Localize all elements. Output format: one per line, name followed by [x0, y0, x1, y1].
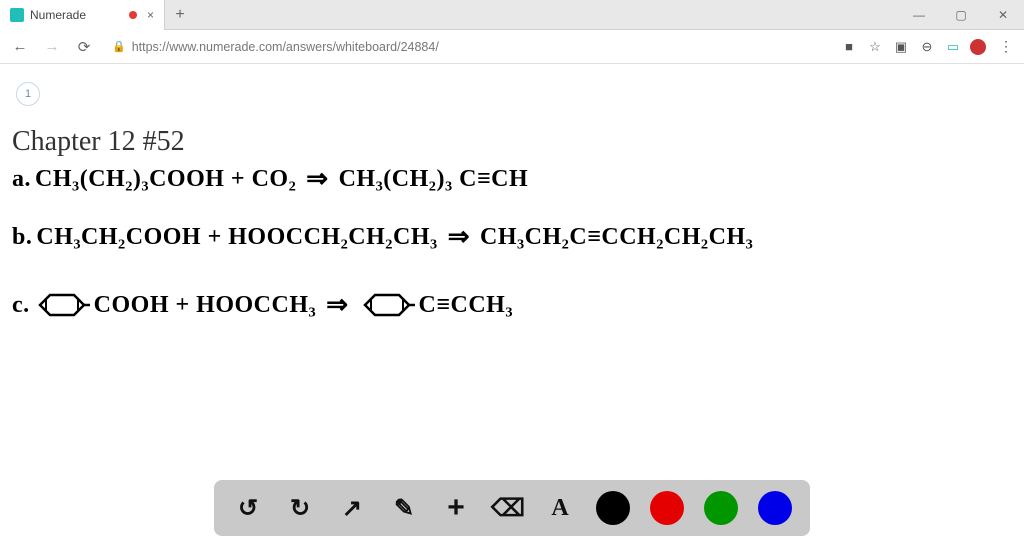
print-ext-icon[interactable]: ⊖ [918, 38, 936, 56]
arrow-icon: ⇒ [306, 164, 328, 194]
whiteboard-toolbar: ↺ ↻ ↖ ✎ + ⌫ A [214, 480, 810, 536]
page-indicator[interactable]: 1 [16, 82, 40, 106]
browser-tab[interactable]: Numerade × [0, 0, 165, 30]
color-blue[interactable] [758, 491, 792, 525]
screen-ext-icon[interactable]: ▭ [944, 38, 962, 56]
forward-button[interactable]: → [38, 33, 66, 61]
eq-b-left: CH₃CH₂COOH + HOOCCH₂CH₂CH₃ [36, 224, 437, 251]
new-tab-button[interactable]: + [165, 6, 195, 24]
eraser-tool[interactable]: ⌫ [492, 492, 524, 524]
url-box[interactable]: 🔒 https://www.numerade.com/answers/white… [102, 34, 836, 60]
color-green[interactable] [704, 491, 738, 525]
favicon-icon [10, 8, 24, 22]
label-a: a. [12, 166, 31, 193]
recording-icon [129, 11, 137, 19]
box-ext-icon[interactable]: ▣ [892, 38, 910, 56]
reload-button[interactable]: ⟳ [70, 33, 98, 61]
browser-titlebar: Numerade × + — ▢ ✕ [0, 0, 1024, 30]
color-black[interactable] [596, 491, 630, 525]
address-bar: ← → ⟳ 🔒 https://www.numerade.com/answers… [0, 30, 1024, 64]
add-tool[interactable]: + [440, 492, 472, 524]
url-text: https://www.numerade.com/answers/whitebo… [132, 40, 439, 54]
red-ext-icon[interactable] [970, 39, 986, 55]
extension-icons: ■ ☆ ▣ ⊖ ▭ [840, 38, 986, 56]
arrow-icon: ⇒ [448, 222, 470, 252]
back-button[interactable]: ← [6, 33, 34, 61]
tab-title: Numerade [30, 8, 123, 22]
window-close-button[interactable]: ✕ [982, 0, 1024, 30]
label-b: b. [12, 224, 32, 251]
label-c: c. [12, 292, 30, 319]
benzene-ring-icon [34, 292, 90, 318]
window-controls: — ▢ ✕ [898, 0, 1024, 30]
chapter-heading: Chapter 12 #52 [12, 126, 185, 158]
text-tool[interactable]: A [544, 492, 576, 524]
camera-icon[interactable]: ■ [840, 38, 858, 56]
whiteboard-content: 1 Chapter 12 #52 a. CH₃(CH₂)₃COOH + CO₂ … [0, 64, 1024, 552]
eq-a-right: CH₃(CH₂)₃ C≡CH [339, 166, 529, 193]
color-red[interactable] [650, 491, 684, 525]
maximize-button[interactable]: ▢ [940, 0, 982, 30]
equation-c: c. COOH + HOOCCH₃ ⇒ C≡CCH₃ [12, 290, 513, 320]
arrow-icon: ⇒ [326, 290, 348, 320]
lock-icon: 🔒 [112, 40, 126, 53]
eq-c-mid: COOH + HOOCCH₃ [94, 292, 317, 319]
equation-b: b. CH₃CH₂COOH + HOOCCH₂CH₂CH₃ ⇒ CH₃CH₂C≡… [12, 222, 753, 252]
tab-close-button[interactable]: × [147, 8, 154, 22]
eq-a-left: CH₃(CH₂)₃COOH + CO₂ [35, 166, 296, 193]
benzene-ring-icon [359, 292, 415, 318]
minimize-button[interactable]: — [898, 0, 940, 30]
pointer-tool[interactable]: ↖ [336, 492, 368, 524]
eq-b-right: CH₃CH₂C≡CCH₂CH₂CH₃ [480, 224, 753, 251]
eq-c-right: C≡CCH₃ [419, 292, 514, 319]
equation-a: a. CH₃(CH₂)₃COOH + CO₂ ⇒ CH₃(CH₂)₃ C≡CH [12, 164, 528, 194]
undo-button[interactable]: ↺ [232, 492, 264, 524]
pen-tool[interactable]: ✎ [388, 492, 420, 524]
browser-menu-button[interactable]: ⋮ [994, 33, 1018, 61]
star-icon[interactable]: ☆ [866, 38, 884, 56]
redo-button[interactable]: ↻ [284, 492, 316, 524]
